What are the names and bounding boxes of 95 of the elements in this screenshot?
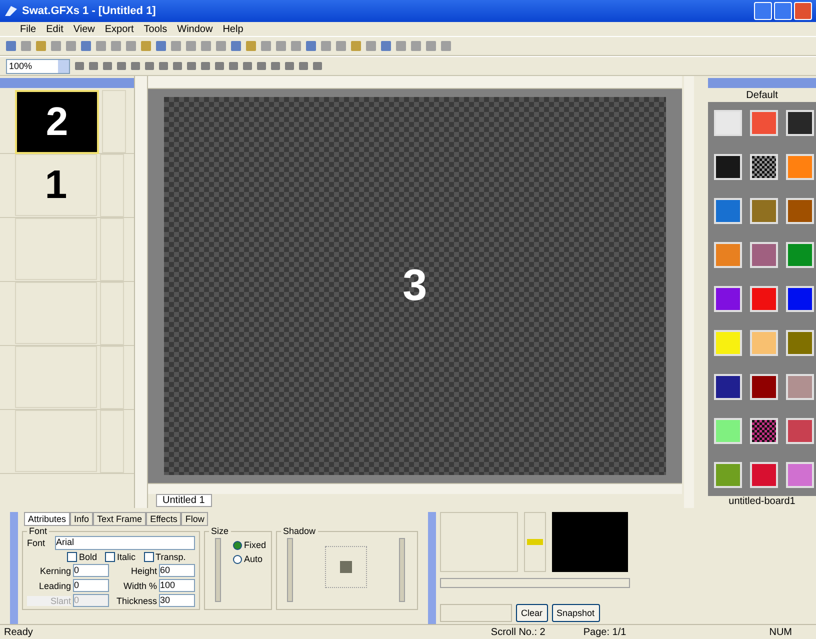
- field-label: Thickness: [115, 596, 157, 606]
- color-swatch[interactable]: [786, 418, 814, 444]
- window-title: Swat.GFXs 1 - [Untitled 1]: [22, 5, 156, 17]
- vertical-scrollbar[interactable]: [684, 76, 694, 508]
- color-swatch[interactable]: [714, 330, 742, 356]
- preview-button[interactable]: Snapshot: [552, 604, 600, 622]
- close-button[interactable]: [794, 2, 812, 20]
- color-swatch[interactable]: [786, 242, 814, 268]
- color-swatch[interactable]: [786, 374, 814, 400]
- menu-item[interactable]: Tools: [144, 24, 168, 34]
- spin-field[interactable]: 30: [159, 594, 195, 607]
- color-swatch[interactable]: [750, 374, 778, 400]
- color-swatch[interactable]: [786, 330, 814, 356]
- scroll-thumbnail[interactable]: 1: [15, 154, 97, 216]
- canvas-number: 3: [402, 261, 428, 311]
- spin-field[interactable]: 100: [159, 579, 195, 592]
- field-label: Height: [130, 566, 157, 576]
- scroll-number: 2: [46, 100, 68, 144]
- horizontal-scrollbar[interactable]: [148, 483, 682, 494]
- app-icon: [4, 5, 18, 17]
- scroll-thumbnail[interactable]: 2: [15, 90, 99, 154]
- color-swatch[interactable]: [786, 198, 814, 224]
- palette-name: Default: [745, 90, 779, 102]
- scroll-thumbnail[interactable]: [15, 346, 97, 408]
- color-swatch[interactable]: [786, 462, 814, 488]
- color-swatch[interactable]: [750, 110, 778, 136]
- properties-tab[interactable]: Attributes: [24, 512, 70, 526]
- spin-field[interactable]: 60: [159, 564, 195, 577]
- color-swatch[interactable]: [714, 198, 742, 224]
- color-swatch[interactable]: [750, 330, 778, 356]
- scroll-thumbnail[interactable]: [15, 218, 97, 280]
- status-text: Page: 1/1: [582, 626, 628, 638]
- radio-button[interactable]: [233, 540, 242, 550]
- field-label: Kerning: [38, 566, 71, 576]
- zoom-dropdown[interactable]: 100%: [6, 58, 70, 74]
- status-text: NUM: [768, 626, 793, 638]
- menu-item[interactable]: View: [73, 24, 95, 34]
- color-swatch[interactable]: [750, 154, 778, 180]
- spin-field[interactable]: 0: [73, 579, 109, 592]
- color-swatch[interactable]: [714, 110, 742, 136]
- color-swatch[interactable]: [714, 374, 742, 400]
- color-swatch[interactable]: [750, 242, 778, 268]
- color-swatch[interactable]: [714, 462, 742, 488]
- color-swatch[interactable]: [750, 418, 778, 444]
- font-dropdown[interactable]: Arial: [55, 536, 195, 550]
- field-label: Width %: [122, 580, 157, 590]
- color-swatch[interactable]: [786, 286, 814, 312]
- color-swatch[interactable]: [714, 418, 742, 444]
- color-swatch[interactable]: [714, 154, 742, 180]
- scroll-number: 1: [44, 162, 68, 208]
- menu-item[interactable]: Help: [222, 24, 244, 34]
- checkbox[interactable]: [67, 552, 77, 562]
- checkbox-label: Transp.: [156, 552, 186, 562]
- properties-tab[interactable]: Flow: [181, 512, 208, 526]
- properties-tab[interactable]: Effects: [146, 512, 182, 526]
- group-title: Font: [28, 526, 48, 536]
- status-text: Scroll No.: 2: [490, 626, 546, 638]
- checkbox[interactable]: [144, 552, 154, 562]
- color-swatch[interactable]: [714, 242, 742, 268]
- field-label: Leading: [38, 580, 71, 590]
- checkbox-label: Bold: [79, 552, 98, 562]
- color-swatch[interactable]: [714, 286, 742, 312]
- maximize-button[interactable]: [774, 2, 792, 20]
- radio-label: Auto: [244, 554, 263, 564]
- group-title: Size: [210, 526, 230, 536]
- color-swatch[interactable]: [750, 286, 778, 312]
- minimize-button[interactable]: [754, 2, 772, 20]
- properties-tab[interactable]: Text Frame: [93, 512, 146, 526]
- field-label: Slant: [27, 596, 71, 606]
- color-swatch[interactable]: [750, 462, 778, 488]
- radio-button[interactable]: [233, 554, 242, 564]
- radio-label: Fixed: [244, 540, 266, 550]
- spin-field[interactable]: 0: [73, 564, 109, 577]
- status-text: Ready: [3, 626, 34, 638]
- menu-item[interactable]: Export: [104, 24, 134, 34]
- properties-tab[interactable]: Info: [70, 512, 94, 526]
- document-tab[interactable]: Untitled 1: [156, 494, 212, 507]
- board-name: untitled-board1: [728, 496, 796, 508]
- playback-control[interactable]: [440, 604, 512, 622]
- menu-item[interactable]: File: [20, 24, 36, 34]
- preview-button[interactable]: Clear: [516, 604, 548, 622]
- canvas-area[interactable]: 3: [164, 97, 666, 475]
- color-swatch[interactable]: [786, 154, 814, 180]
- checkbox[interactable]: [105, 552, 116, 562]
- menu-item[interactable]: Edit: [46, 24, 64, 34]
- color-bar[interactable]: [524, 512, 546, 572]
- color-swatch[interactable]: [786, 110, 814, 136]
- group-title: Shadow: [282, 526, 317, 536]
- menu-item[interactable]: Window: [177, 24, 213, 34]
- field-label: Font: [27, 538, 46, 548]
- checkbox-label: Italic: [117, 552, 136, 562]
- color-swatch[interactable]: [750, 198, 778, 224]
- scroll-thumbnail[interactable]: [15, 282, 97, 344]
- scroll-thumbnail[interactable]: [15, 410, 97, 472]
- shadow-direction-grid[interactable]: [325, 546, 367, 588]
